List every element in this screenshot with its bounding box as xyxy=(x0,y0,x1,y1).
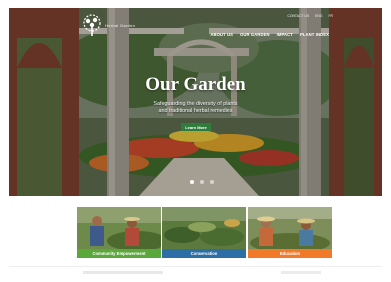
language-option-eng[interactable]: ENG xyxy=(315,14,322,18)
footer-text-placeholder xyxy=(281,271,321,274)
hero-subtitle-line-2: and traditional herbal remedies xyxy=(158,108,233,114)
card-community-empowerment[interactable]: Community Empowerment xyxy=(77,207,161,258)
carousel-dot-1[interactable] xyxy=(190,180,194,184)
carousel-indicators xyxy=(190,180,214,184)
card-photo-workers-field xyxy=(248,207,332,249)
hero-banner: Herbal Garden CONTACT US ENG FR ABOUT US… xyxy=(9,8,382,196)
nav-item-our-garden[interactable]: OUR GARDEN xyxy=(240,32,270,37)
nav-item-about-us[interactable]: ABOUT US xyxy=(210,32,233,37)
card-caption: Education xyxy=(248,249,332,258)
tree-logo-icon xyxy=(83,14,101,36)
card-caption: Conservation xyxy=(162,249,246,258)
footer-text-placeholder xyxy=(83,271,163,274)
utility-bar: CONTACT US ENG FR xyxy=(287,14,333,18)
hero-subtitle-line-1: Safeguarding the diversity of plants xyxy=(153,101,238,107)
card-caption: Community Empowerment xyxy=(77,249,161,258)
card-education[interactable]: Education xyxy=(248,207,332,258)
main-navigation: ABOUT US OUR GARDEN IMPACT PLANT INDEX xyxy=(210,32,329,37)
hero-title: Our Garden xyxy=(145,74,246,95)
brand-name: Herbal Garden xyxy=(105,23,136,28)
nav-item-impact[interactable]: IMPACT xyxy=(277,32,293,37)
card-conservation[interactable]: Conservation xyxy=(162,207,246,258)
nav-item-plant-index[interactable]: PLANT INDEX xyxy=(300,32,329,37)
contact-link[interactable]: CONTACT US xyxy=(287,14,309,18)
footer-preview xyxy=(9,266,382,282)
carousel-dot-2[interactable] xyxy=(200,180,204,184)
brand-logo[interactable]: Herbal Garden xyxy=(80,14,140,44)
carousel-dot-3[interactable] xyxy=(210,180,214,184)
card-photo-garden-beds xyxy=(162,207,246,249)
language-option-fr[interactable]: FR xyxy=(328,14,333,18)
card-photo-people-planting xyxy=(77,207,161,249)
learn-more-button[interactable]: Learn More xyxy=(181,123,211,131)
hero-subtitle: Safeguarding the diversity of plants and… xyxy=(9,101,382,115)
